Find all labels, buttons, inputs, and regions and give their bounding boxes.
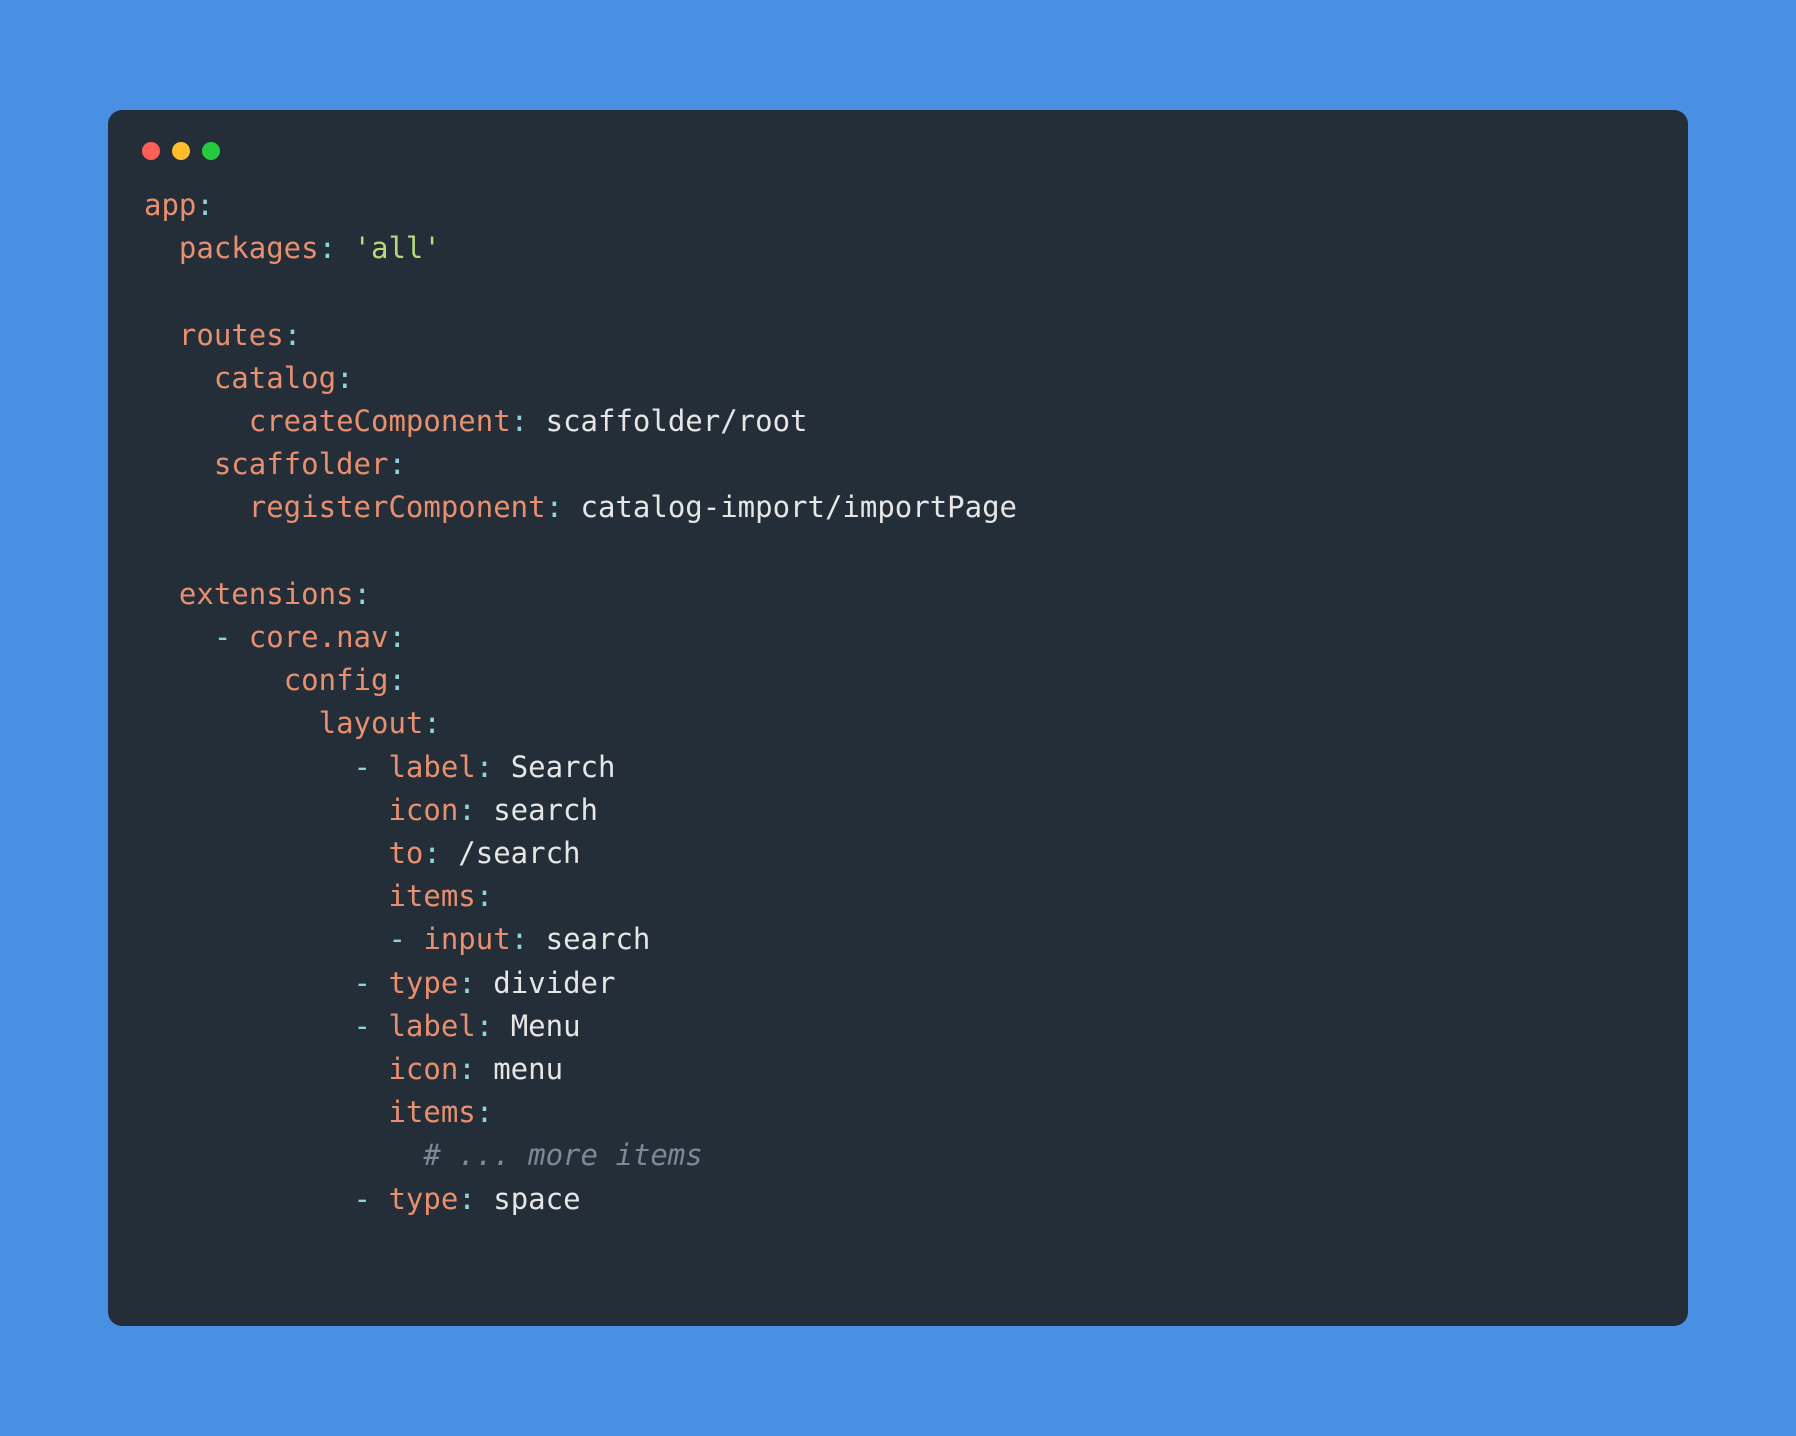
dash-punct: - (354, 750, 371, 784)
colon-punct: : (388, 447, 405, 481)
yaml-key: icon (388, 793, 458, 827)
colon-punct: : (476, 1095, 493, 1129)
dash-punct: - (354, 1182, 371, 1216)
yaml-key: icon (388, 1052, 458, 1086)
colon-punct: : (336, 361, 353, 395)
colon-punct: : (476, 879, 493, 913)
dash-punct: - (354, 966, 371, 1000)
yaml-key: items (388, 1095, 475, 1129)
dash-punct: - (388, 922, 405, 956)
yaml-value: search (546, 922, 651, 956)
yaml-value: menu (493, 1052, 563, 1086)
yaml-value: divider (493, 966, 615, 1000)
colon-punct: : (423, 706, 440, 740)
colon-punct: : (458, 1182, 475, 1216)
colon-punct: : (388, 620, 405, 654)
yaml-key: label (388, 750, 475, 784)
colon-punct: : (319, 231, 336, 265)
colon-punct: : (458, 793, 475, 827)
yaml-value: space (493, 1182, 580, 1216)
close-icon[interactable] (142, 142, 160, 160)
yaml-value: search (493, 793, 598, 827)
code-block: app: packages: 'all' routes: catalog: cr… (138, 184, 1658, 1221)
colon-punct: : (354, 577, 371, 611)
code-window: app: packages: 'all' routes: catalog: cr… (108, 110, 1688, 1326)
yaml-key: registerComponent (249, 490, 546, 524)
colon-punct: : (511, 922, 528, 956)
yaml-key: core.nav (249, 620, 389, 654)
colon-punct: : (423, 836, 440, 870)
yaml-value: Search (511, 750, 616, 784)
yaml-value: scaffolder/root (546, 404, 808, 438)
colon-punct: : (388, 663, 405, 697)
maximize-icon[interactable] (202, 142, 220, 160)
window-titlebar (138, 138, 1658, 184)
yaml-key: type (388, 1182, 458, 1216)
yaml-key: layout (319, 706, 424, 740)
yaml-key: extensions (179, 577, 354, 611)
yaml-key: createComponent (249, 404, 511, 438)
yaml-value: Menu (511, 1009, 581, 1043)
minimize-icon[interactable] (172, 142, 190, 160)
colon-punct: : (511, 404, 528, 438)
dash-punct: - (354, 1009, 371, 1043)
yaml-key: routes (179, 318, 284, 352)
yaml-key: to (388, 836, 423, 870)
colon-punct: : (284, 318, 301, 352)
colon-punct: : (546, 490, 563, 524)
colon-punct: : (458, 966, 475, 1000)
yaml-key: config (284, 663, 389, 697)
yaml-key: packages (179, 231, 319, 265)
yaml-string: 'all' (354, 231, 441, 265)
yaml-key: type (388, 966, 458, 1000)
yaml-key: label (388, 1009, 475, 1043)
colon-punct: : (476, 1009, 493, 1043)
yaml-key: input (423, 922, 510, 956)
colon-punct: : (196, 188, 213, 222)
colon-punct: : (476, 750, 493, 784)
dash-punct: - (214, 620, 231, 654)
yaml-comment: # ... more items (423, 1138, 702, 1172)
colon-punct: : (458, 1052, 475, 1086)
yaml-value: /search (458, 836, 580, 870)
yaml-value: catalog-import/importPage (581, 490, 1018, 524)
yaml-key: app (144, 188, 196, 222)
yaml-key: items (388, 879, 475, 913)
yaml-key: scaffolder (214, 447, 389, 481)
yaml-key: catalog (214, 361, 336, 395)
